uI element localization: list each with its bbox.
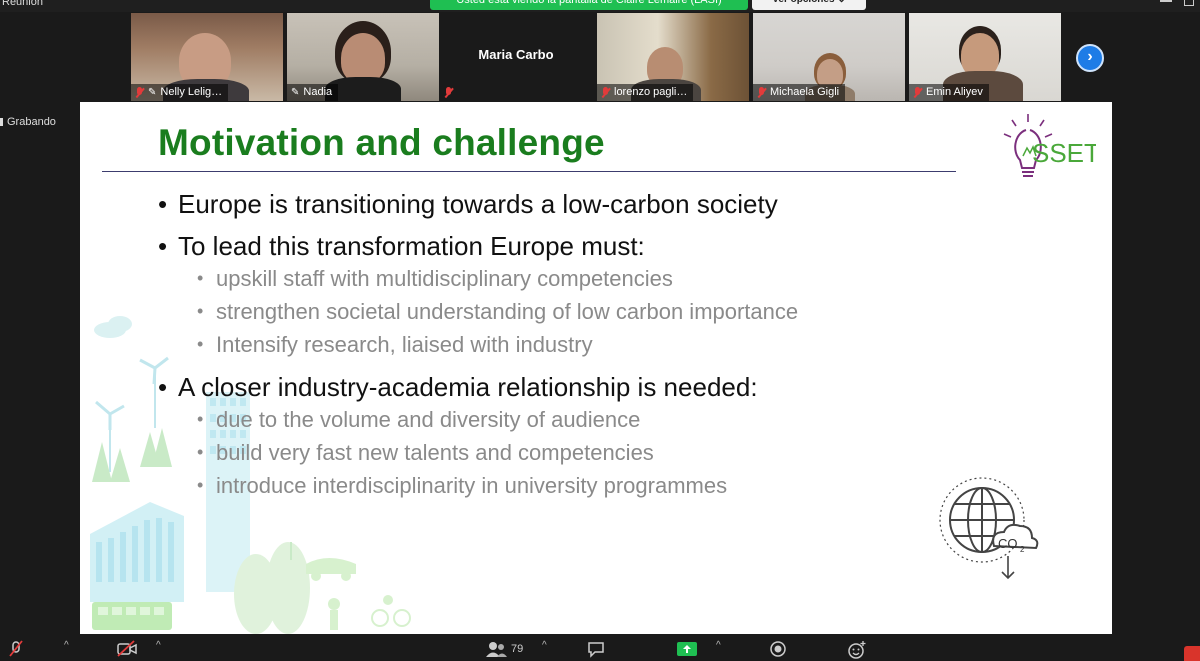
sub-bullet: introduce interdisciplinarity in univers… (158, 469, 958, 502)
end-meeting-button[interactable] (1184, 646, 1200, 661)
chevron-up-icon: ^ (542, 640, 547, 651)
participant-tile-no-video[interactable]: Maria Carbo (440, 13, 592, 101)
window-title: Reunión (2, 0, 43, 8)
participant-tile[interactable]: Michaela Gigli (753, 13, 905, 101)
participant-namebar: lorenzo pagli… (597, 84, 694, 101)
svg-text:SSET: SSET (1032, 138, 1096, 168)
co2-subscript: 2 (1020, 545, 1025, 554)
sub-bullet: upskill staff with multidisciplinary com… (158, 262, 958, 295)
video-options-caret[interactable]: ^ (156, 640, 161, 651)
stop-video-button[interactable] (116, 640, 138, 658)
reactions-button[interactable] (846, 640, 868, 660)
participant-name: lorenzo pagli… (614, 86, 688, 98)
record-button[interactable] (768, 640, 788, 658)
mic-muted-icon (444, 87, 453, 98)
next-page-button[interactable]: › (1076, 44, 1104, 72)
participant-tile[interactable]: Emin Aliyev (909, 13, 1061, 101)
participant-namebar (440, 84, 459, 101)
view-options-button[interactable]: Ver opciones ⌄ (752, 0, 866, 10)
pin-icon: ✎ (291, 87, 300, 98)
shared-screen-slide: Motivation and challenge SSET Europe is … (80, 102, 1112, 634)
chevron-up-icon: ^ (716, 640, 721, 651)
pin-icon: ✎ (148, 87, 157, 98)
share-options-caret[interactable]: ^ (716, 640, 721, 651)
sub-bullet: Intensify research, liaised with industr… (158, 328, 958, 361)
participant-namebar: Michaela Gigli (753, 84, 846, 101)
sub-bullet: due to the volume and diversity of audie… (158, 403, 958, 436)
chevron-up-icon: ^ (156, 640, 161, 651)
share-screen-button[interactable] (676, 640, 698, 658)
screen-share-banner: Usted está viendo la pantalla de Claire … (430, 0, 748, 10)
maximize-icon[interactable] (1184, 0, 1194, 6)
recording-label: Grabando (7, 116, 56, 128)
participant-name: Nadia (303, 86, 333, 98)
participant-name: Emin Aliyev (926, 86, 983, 98)
participant-name: Maria Carbo (478, 47, 554, 62)
mic-muted-icon (601, 87, 610, 98)
sub-bullet: build very fast new talents and competen… (158, 436, 958, 469)
participant-name: Nelly Lelig… (160, 86, 223, 98)
participants-count: 79 (511, 643, 524, 655)
participant-tile[interactable]: lorenzo pagli… (597, 13, 749, 101)
audio-options-caret[interactable]: ^ (64, 640, 69, 651)
co2-label: CO (998, 536, 1018, 551)
emoji-icon (848, 641, 866, 659)
participant-namebar: ✎ Nelly Lelig… (131, 84, 229, 101)
participants-button[interactable]: 79 (484, 640, 523, 658)
chevron-up-icon: ^ (64, 640, 69, 651)
slide-bullets: Europe is transitioning towards a low-ca… (158, 188, 958, 502)
microphone-muted-icon (9, 640, 23, 657)
record-icon (770, 641, 786, 657)
sub-bullet: strengthen societal understanding of low… (158, 295, 958, 328)
mic-muted-icon (757, 87, 766, 98)
zoom-window: { "window": { "title": "Reunión" }, "sha… (0, 0, 1200, 661)
participants-icon (486, 642, 507, 657)
asset-logo: SSET (1003, 114, 1096, 177)
globe-co2-icon: CO 2 (939, 477, 1039, 580)
participant-tile[interactable]: ✎ Nelly Lelig… (131, 13, 283, 101)
participant-face (341, 33, 385, 83)
slide-title: Motivation and challenge (158, 122, 605, 163)
minimize-icon[interactable] (1160, 0, 1172, 2)
participant-namebar: ✎ Nadia (287, 84, 339, 101)
chat-icon (588, 642, 604, 658)
title-divider (102, 171, 956, 172)
mic-muted-icon (913, 87, 922, 98)
bullet: To lead this transformation Europe must: (158, 230, 958, 262)
chat-button[interactable] (586, 640, 606, 658)
participant-tile-active-speaker[interactable]: ✎ Nadia (287, 13, 439, 101)
participant-namebar: Emin Aliyev (909, 84, 989, 101)
share-screen-icon (677, 642, 697, 656)
participants-options-caret[interactable]: ^ (542, 640, 547, 651)
mic-muted-icon (135, 87, 144, 98)
recording-icon (0, 118, 3, 126)
bullet: Europe is transitioning towards a low-ca… (158, 188, 958, 220)
mute-button[interactable] (8, 640, 24, 658)
bullet: A closer industry-academia relationship … (158, 371, 958, 403)
recording-indicator: Grabando (0, 116, 56, 128)
participant-name: Michaela Gigli (770, 86, 840, 98)
camera-off-icon (117, 640, 137, 657)
